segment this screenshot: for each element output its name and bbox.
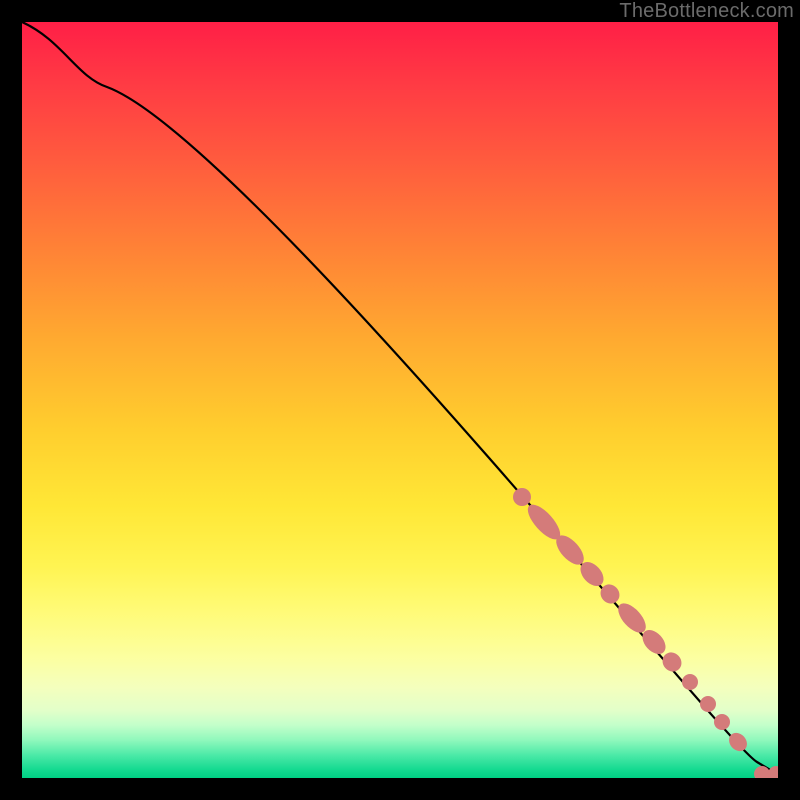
data-dot <box>768 766 778 778</box>
data-dots <box>513 488 778 778</box>
chart-svg-layer <box>22 22 778 778</box>
plot-area <box>22 22 778 778</box>
data-dot <box>513 488 531 506</box>
chart-stage: TheBottleneck.com <box>0 0 800 800</box>
data-dot <box>714 714 730 730</box>
attribution-label: TheBottleneck.com <box>619 0 794 23</box>
data-dot <box>682 674 698 690</box>
data-dot <box>700 696 716 712</box>
